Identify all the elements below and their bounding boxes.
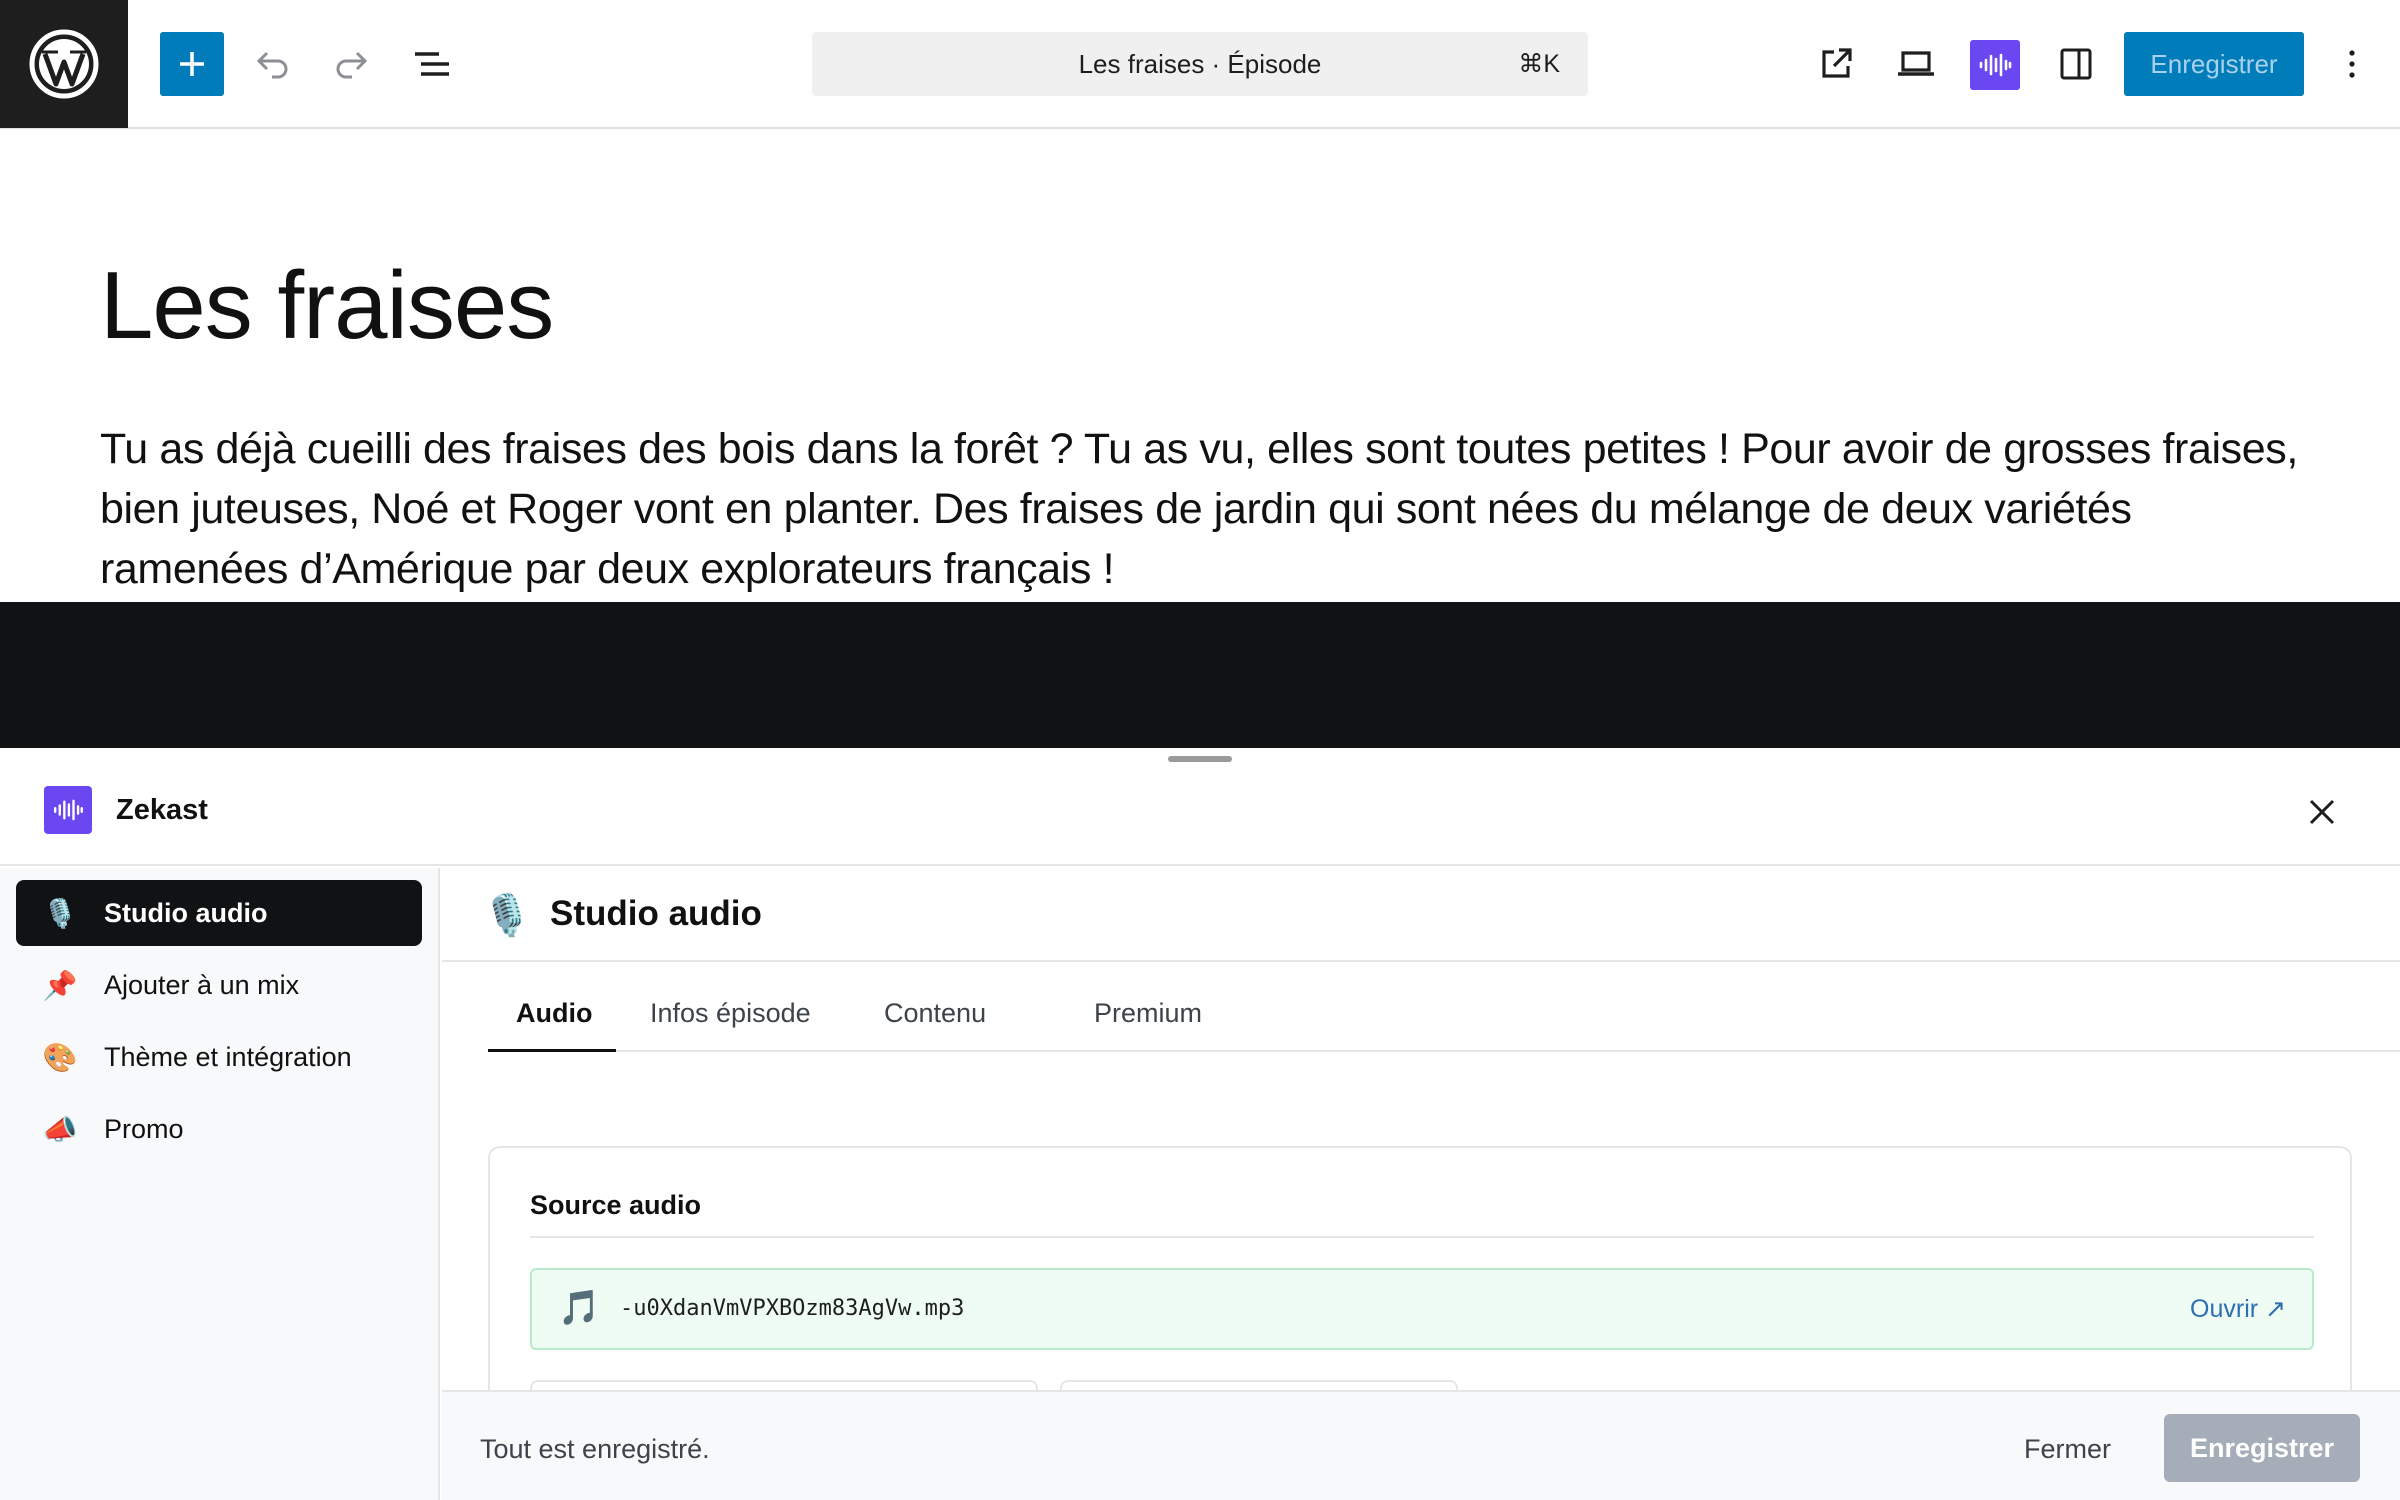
pin-icon: 📌 xyxy=(42,969,78,1001)
section-title: Studio audio xyxy=(550,894,762,933)
tab-bar: Audio Infos épisode Contenu Premium xyxy=(488,996,2400,1052)
panel-header: Zekast xyxy=(0,748,2400,866)
section-header: 🎙️ Studio audio xyxy=(442,868,2400,962)
nav-item-studio-audio[interactable]: 🎙️ Studio audio xyxy=(16,880,422,946)
command-palette-bar[interactable]: Les fraises · Épisode ⌘K xyxy=(812,32,1588,96)
zekast-plugin-button[interactable] xyxy=(1970,40,2020,90)
save-button[interactable]: Enregistrer xyxy=(2124,32,2304,96)
list-view-icon xyxy=(415,52,449,76)
panel-footer: Tout est enregistré. Fermer Enregistrer xyxy=(442,1390,2400,1500)
nav-item-label: Promo xyxy=(104,1113,184,1144)
audio-file-row: 🎵 -u0XdanVmVPXBOzm83AgVw.mp3 Ouvrir ↗ xyxy=(530,1268,2314,1350)
options-menu-button[interactable] xyxy=(2320,32,2384,96)
microphone-icon: 🎙️ xyxy=(482,894,532,938)
close-button[interactable]: Fermer xyxy=(2024,1424,2111,1474)
editor-toolbar: Les fraises · Épisode ⌘K Enregistrer xyxy=(0,0,2400,129)
microphone-icon: 🎙️ xyxy=(42,897,78,929)
plus-icon xyxy=(180,52,204,76)
nav-item-theme[interactable]: 🎨 Thème et intégration xyxy=(16,1024,422,1090)
command-shortcut: ⌘K xyxy=(1518,50,1560,78)
zekast-logo-icon xyxy=(44,786,92,834)
redo-button[interactable] xyxy=(320,32,384,96)
sidebar-icon xyxy=(2060,48,2092,80)
save-status: Tout est enregistré. xyxy=(480,1434,710,1464)
panel-save-button[interactable]: Enregistrer xyxy=(2164,1414,2360,1482)
plugin-name: Zekast xyxy=(116,794,208,826)
tab-audio[interactable]: Audio xyxy=(488,996,616,1052)
nav-item-promo[interactable]: 📣 Promo xyxy=(16,1096,422,1162)
undo-button[interactable] xyxy=(240,32,304,96)
nav-item-ajouter-mix[interactable]: 📌 Ajouter à un mix xyxy=(16,952,422,1018)
close-panel-button[interactable] xyxy=(2298,788,2346,836)
tab-infos-episode[interactable]: Infos épisode xyxy=(650,996,811,1052)
tab-contenu[interactable]: Contenu xyxy=(884,996,986,1052)
open-file-link[interactable]: Ouvrir ↗ xyxy=(2190,1294,2286,1324)
laptop-icon xyxy=(1898,51,1934,76)
palette-icon: 🎨 xyxy=(42,1041,78,1073)
document-overview-button[interactable] xyxy=(400,32,464,96)
music-note-icon: 🎵 xyxy=(558,1289,601,1327)
editor-canvas: Les fraises Tu as déjà cueilli des frais… xyxy=(0,129,2400,602)
card-title: Source audio xyxy=(530,1190,702,1220)
document-title: Les fraises · Épisode xyxy=(1078,48,1322,79)
waveform-icon xyxy=(1979,53,2012,77)
wordpress-logo-icon[interactable] xyxy=(0,0,128,128)
close-icon xyxy=(2309,799,2335,825)
megaphone-icon: 📣 xyxy=(42,1113,78,1145)
more-vertical-icon xyxy=(2349,50,2355,78)
panel-sidebar: 🎙️ Studio audio 📌 Ajouter à un mix 🎨 Thè… xyxy=(0,868,440,1500)
settings-sidebar-toggle[interactable] xyxy=(2044,32,2108,96)
tab-premium[interactable]: Premium xyxy=(1094,996,1202,1052)
undo-icon xyxy=(256,51,288,79)
audio-file-name: -u0XdanVmVPXBOzm83AgVw.mp3 xyxy=(620,1296,965,1321)
add-block-button[interactable] xyxy=(160,32,224,96)
divider xyxy=(530,1236,2314,1238)
view-post-button[interactable] xyxy=(1804,32,1868,96)
preview-device-button[interactable] xyxy=(1884,32,1948,96)
redo-icon xyxy=(336,51,368,79)
paragraph-block[interactable]: Tu as déjà cueilli des fraises des bois … xyxy=(100,419,2300,599)
post-title[interactable]: Les fraises xyxy=(100,253,554,359)
nav-item-label: Studio audio xyxy=(104,897,268,928)
dark-cover-block xyxy=(0,602,2400,748)
external-link-icon xyxy=(1822,48,1852,78)
zekast-panel: Zekast 🎙️ Studio audio 📌 Ajouter à un mi… xyxy=(0,748,2400,1500)
nav-item-label: Thème et intégration xyxy=(104,1041,352,1072)
nav-item-label: Ajouter à un mix xyxy=(104,969,300,1000)
